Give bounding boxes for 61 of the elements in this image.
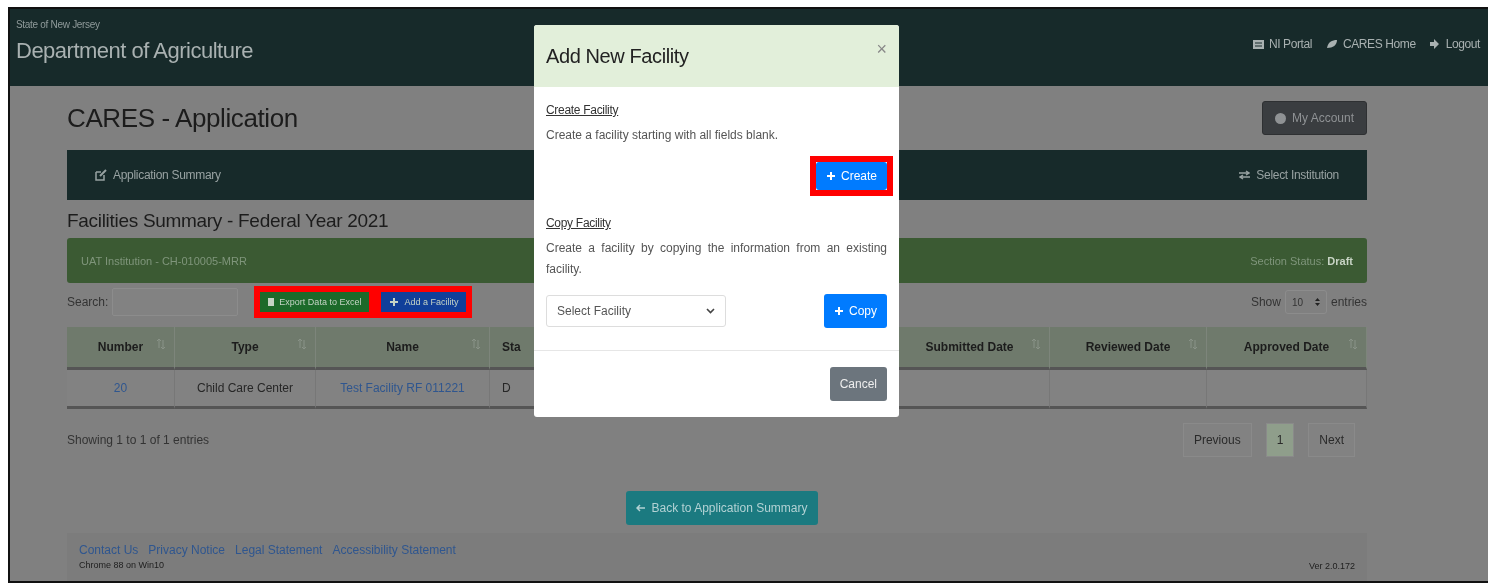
header-link[interactable]: CARES Home xyxy=(1326,37,1416,51)
search-label: Search: xyxy=(67,295,109,309)
page-button[interactable]: Next xyxy=(1308,423,1355,457)
column-header[interactable]: Approved Date xyxy=(1207,327,1367,370)
dialog-title: Add New Facility xyxy=(546,44,689,68)
header-link[interactable]: Logout xyxy=(1429,37,1480,51)
nav-link[interactable]: Select Institution xyxy=(1239,168,1339,182)
sort-icon xyxy=(471,339,481,349)
leaf-icon xyxy=(1326,39,1338,49)
column-header[interactable]: Reviewed Date xyxy=(1050,327,1207,370)
plus-icon xyxy=(834,306,844,316)
site-title: Department of Agriculture xyxy=(16,38,253,64)
entries-label: entries xyxy=(1330,295,1367,309)
state-label: State of New Jersey xyxy=(16,19,101,30)
edit-icon xyxy=(95,169,107,181)
create-button[interactable]: Create xyxy=(815,162,887,190)
browser-info: Chrome 88 on Win10 xyxy=(79,560,166,570)
sort-icon xyxy=(1188,339,1198,349)
my-account-button[interactable]: My Account xyxy=(1261,101,1367,135)
entries-info: Showing 1 to 1 of 1 entries xyxy=(67,433,210,447)
show-label: Show xyxy=(1250,295,1281,309)
chevron-down-icon xyxy=(706,308,715,314)
swap-icon xyxy=(1239,170,1251,180)
copy-heading: Copy Facility xyxy=(546,216,612,230)
header-link[interactable]: NI Portal xyxy=(1252,37,1312,51)
arrow-left-icon xyxy=(636,504,646,512)
plus-icon xyxy=(825,171,836,181)
copy-button[interactable]: Copy xyxy=(824,294,887,328)
nav-link[interactable]: Application Summary xyxy=(95,168,221,182)
section-title: Facilities Summary - Federal Year 2021 xyxy=(67,210,389,232)
add-button[interactable]: Add a Facility xyxy=(381,292,467,312)
table-cell: Child Care Center xyxy=(175,370,316,409)
version-label: Ver 2.0.172 xyxy=(1308,561,1355,571)
export-button[interactable]: Export Data to Excel xyxy=(260,292,370,312)
institution-label: UAT Institution - CH-010005-MRR xyxy=(81,254,247,267)
create-description: Create a facility starting with all fields blank. xyxy=(546,127,780,144)
sort-icon xyxy=(1031,339,1041,349)
copy-description: Create a facility by copying the information from an existing facility. xyxy=(546,240,887,278)
table-link[interactable]: 20 xyxy=(67,370,175,409)
sort-icon xyxy=(1315,298,1320,306)
cancel-button[interactable]: Cancel xyxy=(829,367,887,401)
logout-icon xyxy=(1429,39,1441,49)
page-button[interactable]: Previous xyxy=(1182,423,1252,457)
page-button[interactable]: 1 xyxy=(1265,423,1295,457)
back-button[interactable]: Back to Application Summary xyxy=(626,491,818,525)
page-title: CARES - Application xyxy=(67,102,298,134)
column-header[interactable]: Type xyxy=(175,327,316,370)
entries-select[interactable]: 10 xyxy=(1284,290,1327,314)
plus-icon xyxy=(389,297,400,307)
column-header[interactable]: Name xyxy=(316,327,490,370)
section-status: Section Status: Draft xyxy=(1250,254,1353,267)
table-link[interactable]: Test Facility RF 011221 xyxy=(316,370,490,409)
sort-icon xyxy=(156,339,166,349)
card-icon xyxy=(1252,39,1264,49)
facility-select[interactable]: Select Facility xyxy=(546,295,726,327)
create-heading: Create Facility xyxy=(546,103,620,117)
column-header[interactable]: Number xyxy=(67,327,175,370)
sort-icon xyxy=(1348,339,1358,349)
close-button[interactable]: × xyxy=(876,39,887,60)
sort-icon xyxy=(297,339,307,349)
file-icon xyxy=(268,298,275,306)
